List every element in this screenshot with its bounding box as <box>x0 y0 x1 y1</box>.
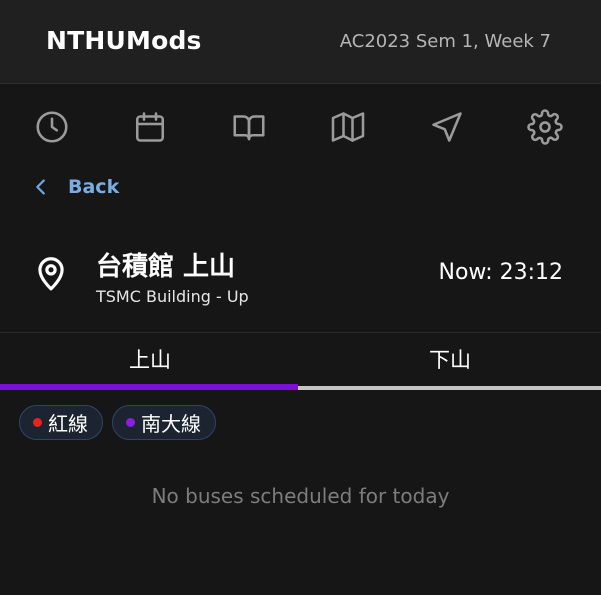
clock-icon[interactable] <box>33 108 71 146</box>
red-dot-icon <box>33 418 42 427</box>
settings-icon[interactable] <box>526 108 564 146</box>
tab-down[interactable]: 下山 <box>300 334 600 384</box>
app-header: NTHUMods AC2023 Sem 1, Week 7 <box>0 0 601 84</box>
stop-subtitle: TSMC Building - Up <box>96 287 249 306</box>
tab-up[interactable]: 上山 <box>0 334 300 384</box>
route-chip-red-line[interactable]: 紅線 <box>19 405 103 440</box>
location-pin-icon <box>32 254 70 292</box>
semester-label: AC2023 Sem 1, Week 7 <box>339 31 551 52</box>
nav-bar <box>0 84 601 170</box>
route-label: 紅線 <box>48 412 88 436</box>
divider <box>0 332 601 333</box>
back-button[interactable]: Back <box>30 170 119 204</box>
tab-indicator-active <box>0 384 298 390</box>
empty-state-message: No buses scheduled for today <box>151 484 450 508</box>
app-title[interactable]: NTHUMods <box>46 26 202 55</box>
route-label: 南大線 <box>141 412 201 436</box>
chevron-left-icon <box>36 179 45 195</box>
map-icon[interactable] <box>329 108 367 146</box>
purple-dot-icon <box>126 418 135 427</box>
route-chip-nanda-line[interactable]: 南大線 <box>112 405 216 440</box>
stop-name: 台積館 上山 <box>96 252 236 282</box>
current-time: Now: 23:12 <box>438 260 563 285</box>
tab-indicator-inactive <box>298 386 601 390</box>
navigation-icon[interactable] <box>428 108 466 146</box>
back-label: Back <box>68 176 120 198</box>
route-filters: 紅線 南大線 <box>19 405 216 440</box>
book-open-icon[interactable] <box>230 108 268 146</box>
calendar-icon[interactable] <box>131 108 169 146</box>
